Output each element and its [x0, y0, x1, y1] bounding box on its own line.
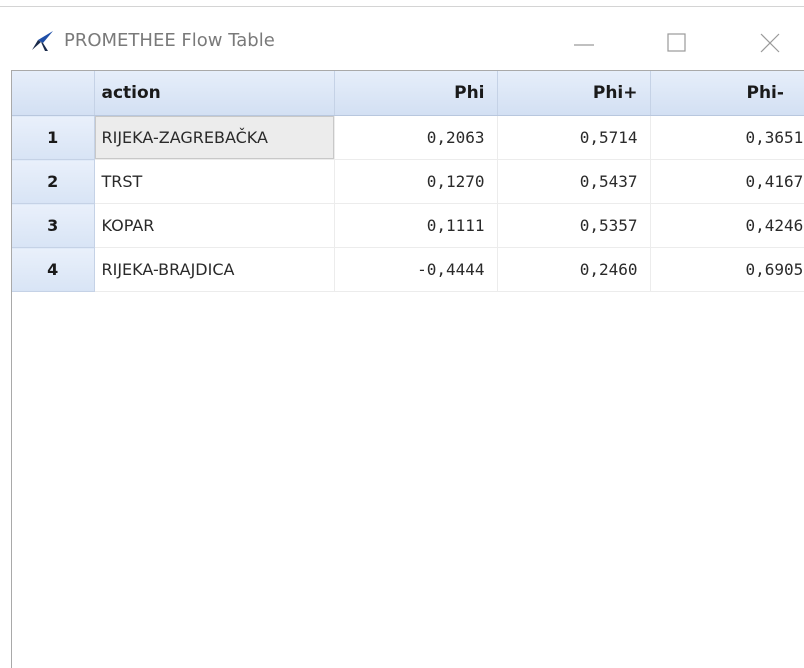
- column-header-phi-minus[interactable]: Phi-: [650, 71, 804, 116]
- row-header[interactable]: 2: [12, 159, 95, 204]
- phi-plus-cell[interactable]: 0,5714: [497, 115, 651, 160]
- action-cell[interactable]: KOPAR: [94, 203, 335, 248]
- column-header-phi-plus[interactable]: Phi+: [497, 71, 651, 116]
- phi-plus-cell[interactable]: 0,5357: [497, 203, 651, 248]
- window-title: PROMETHEE Flow Table: [64, 30, 275, 51]
- minimize-icon[interactable]: [562, 23, 606, 63]
- table-row[interactable]: 3 KOPAR 0,1111 0,5357 0,4246: [12, 203, 804, 248]
- corner-header[interactable]: [12, 71, 95, 116]
- row-header[interactable]: 3: [12, 203, 95, 248]
- promethee-logo-icon: [32, 31, 53, 51]
- action-cell[interactable]: RIJEKA-BRAJDICA: [94, 247, 335, 292]
- title-bar[interactable]: PROMETHEE Flow Table: [0, 7, 804, 69]
- phi-minus-cell[interactable]: 0,4167: [650, 159, 804, 204]
- phi-cell[interactable]: 0,1270: [334, 159, 498, 204]
- phi-minus-cell[interactable]: 0,6905: [650, 247, 804, 292]
- maximize-icon[interactable]: [656, 23, 700, 63]
- phi-plus-cell[interactable]: 0,2460: [497, 247, 651, 292]
- row-header[interactable]: 4: [12, 247, 95, 292]
- phi-plus-cell[interactable]: 0,5437: [497, 159, 651, 204]
- action-cell[interactable]: TRST: [94, 159, 335, 204]
- phi-cell[interactable]: -0,4444: [334, 247, 498, 292]
- column-header-action[interactable]: action: [94, 71, 335, 116]
- promethee-flow-table-window: PROMETHEE Flow Table action Phi Phi+ Phi…: [0, 0, 804, 668]
- table-row[interactable]: 1 RIJEKA-ZAGREBAČKA 0,2063 0,5714 0,3651: [12, 115, 804, 160]
- row-header[interactable]: 1: [12, 115, 95, 160]
- flow-table: action Phi Phi+ Phi- 1 RIJEKA-ZAGREBAČKA…: [12, 71, 804, 292]
- phi-cell[interactable]: 0,2063: [334, 115, 498, 160]
- phi-minus-cell[interactable]: 0,4246: [650, 203, 804, 248]
- action-cell[interactable]: RIJEKA-ZAGREBAČKA: [94, 115, 335, 160]
- flow-table-panel: action Phi Phi+ Phi- 1 RIJEKA-ZAGREBAČKA…: [11, 70, 804, 668]
- phi-minus-cell[interactable]: 0,3651: [650, 115, 804, 160]
- column-header-phi[interactable]: Phi: [334, 71, 498, 116]
- close-icon[interactable]: [748, 23, 792, 63]
- table-header-row: action Phi Phi+ Phi-: [12, 71, 804, 116]
- table-row[interactable]: 4 RIJEKA-BRAJDICA -0,4444 0,2460 0,6905: [12, 247, 804, 292]
- phi-cell[interactable]: 0,1111: [334, 203, 498, 248]
- table-row[interactable]: 2 TRST 0,1270 0,5437 0,4167: [12, 159, 804, 204]
